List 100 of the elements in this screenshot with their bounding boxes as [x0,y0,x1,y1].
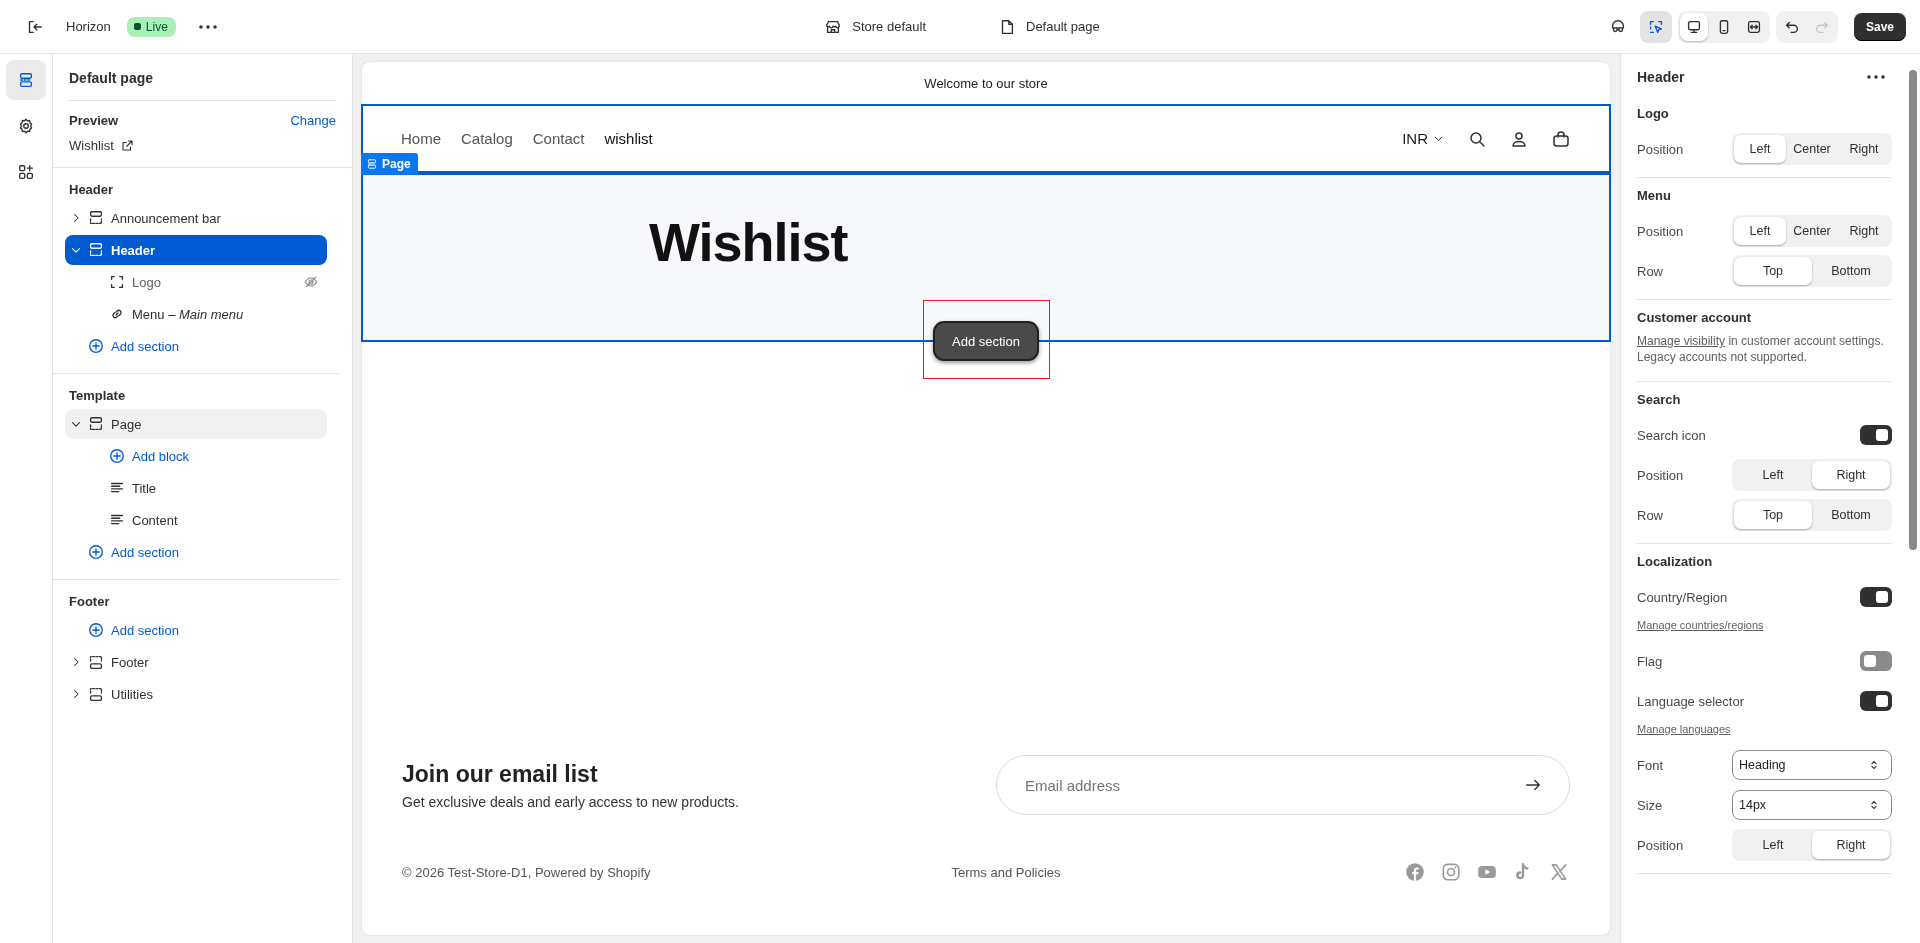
group-heading: Template [68,388,127,403]
segment-option[interactable]: Left [1734,135,1786,163]
setting-label: Font [1637,757,1663,773]
add-icon [108,447,126,465]
more-icon [198,24,217,29]
section-heading: Customer account [1637,310,1753,325]
nav-link[interactable]: Catalog [461,130,513,147]
section-tag[interactable]: Page [361,153,418,175]
tree-item[interactable]: Announcement bar [65,203,327,233]
toggle-switch[interactable] [1860,651,1892,671]
segment-option[interactable]: Bottom [1812,257,1890,285]
segment-option[interactable]: Center [1786,217,1838,245]
sections-tab[interactable] [6,60,46,100]
announcement-text: Welcome to our store [923,74,1049,93]
segment-option[interactable]: Bottom [1812,501,1890,529]
segment-option[interactable]: Right [1838,135,1890,163]
toggle-switch[interactable] [1860,425,1892,445]
segment-option[interactable]: Right [1838,217,1890,245]
change-link[interactable]: Change [290,113,336,128]
section-heading: Logo [1637,106,1670,121]
add-link[interactable]: Add section [65,615,327,645]
add-section-button[interactable]: Add section [933,321,1039,361]
setting-label: Position [1637,467,1684,483]
manage-visibility-link[interactable]: Manage visibility [1637,334,1726,348]
sections-icon [17,71,35,89]
policies-link[interactable]: Terms and Policies [778,864,1194,880]
segment-option[interactable]: Right [1812,831,1890,859]
section-heading: Menu [1637,188,1672,203]
external-link-icon[interactable] [119,138,135,153]
tree-item[interactable]: Title [65,473,327,503]
select-field[interactable]: 14px [1732,790,1892,820]
tree-item[interactable]: Footer [65,647,327,677]
apps-icon [17,163,35,181]
toggle-switch[interactable] [1860,691,1892,711]
segment-option[interactable]: Center [1786,135,1838,163]
setting-label: Position [1637,837,1684,853]
desktop-view-button[interactable] [1680,12,1708,41]
panel-title: Default page [69,54,336,101]
setting-label: Search icon [1637,427,1706,443]
facebook-icon[interactable] [1404,861,1426,883]
setting-label: Language selector [1637,693,1744,709]
group-heading: Header [68,182,115,197]
newsletter-heading: Join our email list [402,760,599,788]
tree-item[interactable]: Utilities [65,679,327,709]
tree-item[interactable]: Logo [65,267,327,297]
setting-label: Position [1637,223,1684,239]
nav-link[interactable]: wishlist [604,130,653,147]
instagram-icon[interactable] [1440,861,1462,883]
cart-icon[interactable] [1551,128,1571,149]
sections-icon [366,158,378,170]
add-link[interactable]: Add block [65,441,327,471]
tree-item[interactable]: Page [65,409,327,439]
tree-item[interactable]: Menu – Main menu [65,299,327,329]
section-icon [87,685,105,703]
hidden-icon[interactable] [303,274,319,290]
setting-label: Row [1637,263,1663,279]
setting-label: Size [1637,797,1663,813]
segment-option[interactable]: Left [1734,831,1812,859]
section-icon [87,209,105,227]
add-link[interactable]: Add section [65,537,327,567]
newsletter-text: Get exclusive deals and early access to new products. [402,793,740,810]
panel-title: Header [1637,69,1685,85]
inspector-button[interactable] [1640,10,1672,43]
currency-selector[interactable]: INR [1402,130,1445,147]
manage-link[interactable]: Manage countries/regions [1637,619,1764,631]
tree-item[interactable]: Content [65,505,327,535]
section-icon [87,653,105,671]
section-heading: Search [1637,392,1682,407]
section-heading: Localization [1637,554,1714,569]
preview-label: Preview [69,113,119,128]
section-icon [87,415,105,433]
context-selector[interactable]: Default page [992,11,1106,42]
status-badge: Live [126,16,176,37]
nav-link[interactable]: Contact [532,130,585,147]
page-title: Wishlist [649,211,848,273]
segment-option[interactable]: Left [1734,217,1786,245]
email-field[interactable]: Email address [996,755,1570,815]
context-selector[interactable]: Store default [818,11,932,42]
setting-label: Position [1637,141,1684,157]
setting-label: Flag [1637,653,1663,669]
add-link[interactable]: Add section [65,331,327,361]
add-icon [87,337,105,355]
add-icon [87,543,105,561]
copyright-text: © 2026 Test-Store-D1, Powered by Shopify [402,864,652,880]
toggle-switch[interactable] [1860,587,1892,607]
manage-link[interactable]: Manage languages [1637,723,1731,735]
frame-icon [108,273,126,291]
tree-item[interactable]: Header [65,235,327,265]
preview-page: Wishlist [69,138,114,153]
segment-option[interactable]: Top [1734,501,1812,529]
segment-option[interactable]: Right [1812,461,1890,489]
add-icon [87,621,105,639]
nav-link[interactable]: Home [401,130,441,147]
segment-option[interactable]: Left [1734,461,1812,489]
group-heading: Footer [68,594,111,609]
select-field[interactable]: Heading [1732,750,1892,780]
segment-option[interactable]: Top [1734,257,1812,285]
scrollbar[interactable] [1909,70,1917,550]
save-button[interactable]: Save [1854,12,1906,41]
section-icon [87,241,105,259]
